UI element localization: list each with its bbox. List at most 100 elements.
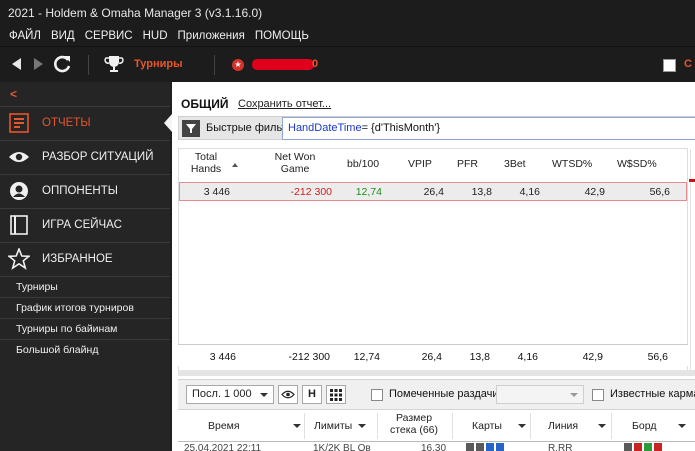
sidebar-subitem[interactable]: Большой блайнд xyxy=(0,339,170,360)
sidebar-subitem[interactable]: Турниры по байинам xyxy=(0,318,170,339)
column-header-wssd[interactable]: W$SD% xyxy=(617,158,657,170)
known-cards-label: Известные карманы xyxy=(610,388,695,400)
tournaments-tab[interactable]: Турниры xyxy=(134,58,183,70)
menu-view[interactable]: ВИД xyxy=(51,30,75,42)
column-separator xyxy=(452,413,453,439)
menu-help[interactable]: ПОМОЩЬ xyxy=(255,30,309,42)
card-icon xyxy=(654,443,662,451)
column-header-wtsd[interactable]: WTSD% xyxy=(552,158,592,170)
menu-hud[interactable]: HUD xyxy=(143,30,168,42)
sidebar-item-play-now[interactable]: ИГРА СЕЙЧАС xyxy=(0,208,170,241)
menu-apps[interactable]: Приложения xyxy=(178,30,245,42)
marked-hands-select[interactable] xyxy=(496,385,584,404)
sidebar-item-opponents[interactable]: ОППОНЕНТЫ xyxy=(0,174,170,207)
eye-toggle-button[interactable] xyxy=(278,385,298,404)
sidebar-item-label: ОТЧЕТЫ xyxy=(42,117,91,129)
play-now-icon xyxy=(8,214,30,236)
column-header-3bet[interactable]: 3Bet xyxy=(504,158,526,170)
quick-filter-input[interactable]: HandDateTime= {d'ThisMonth'} xyxy=(282,117,695,140)
column-separator xyxy=(530,413,531,439)
cell-total-hands: 3 446 xyxy=(203,186,230,198)
total-net-won: -212 300 xyxy=(288,351,330,363)
column-separator xyxy=(304,413,305,439)
column-header-line[interactable]: Линия xyxy=(548,420,578,432)
sidebar-item-favorites[interactable]: ИЗБРАННОЕ xyxy=(0,242,170,275)
card-icon xyxy=(644,443,652,451)
sidebar-subitem[interactable]: График итогов турниров xyxy=(0,297,170,318)
pokerstars-icon: ★ xyxy=(232,59,244,71)
forward-arrow-icon[interactable] xyxy=(34,58,43,70)
column-header-limits[interactable]: Лимиты xyxy=(314,420,352,432)
chevron-down-icon xyxy=(260,393,268,397)
account-suffix: 0 xyxy=(312,58,319,70)
cell-wssd: 56,6 xyxy=(649,186,670,198)
grid-divider xyxy=(690,149,691,374)
sidebar-subitem[interactable]: Турниры xyxy=(0,276,170,297)
hand-count-select[interactable]: Посл. 1 000 xyxy=(186,385,274,404)
menu-bar: ФАЙЛ ВИД СЕРВИС HUD Приложения ПОМОЩЬ xyxy=(0,26,695,46)
marked-hands-label: Помеченные раздачи xyxy=(389,388,499,400)
hand-count-value: Посл. 1 000 xyxy=(192,388,252,400)
marked-hands-checkbox[interactable] xyxy=(371,389,383,401)
column-header-total-hands[interactable]: Total Hands xyxy=(185,151,227,175)
column-header-pfr[interactable]: PFR xyxy=(457,158,478,170)
toolbar-right-label[interactable]: С xyxy=(684,58,692,70)
window-title: 2021 - Holdem & Omaha Manager 3 (v3.1.16… xyxy=(8,6,263,20)
save-report-link[interactable]: Сохранить отчет... xyxy=(238,98,331,110)
quick-filter-bar: Быстрые фильт HandDateTime= {d'ThisMonth… xyxy=(178,116,695,140)
chevron-down-icon[interactable] xyxy=(678,424,686,428)
total-hands: 3 446 xyxy=(209,351,236,363)
horizontal-scrollbar[interactable] xyxy=(178,370,695,376)
column-header-stack-size[interactable]: Размер стека (66) xyxy=(382,412,446,436)
sidebar-item-hand-analysis[interactable]: РАЗБОР СИТУАЦИЙ xyxy=(0,140,170,173)
star-icon xyxy=(8,248,30,270)
back-arrow-icon[interactable] xyxy=(12,58,21,70)
redacted-account-name xyxy=(252,59,314,70)
total-wssd: 56,6 xyxy=(647,351,668,363)
column-header-net-won[interactable]: Net Won Game xyxy=(259,151,331,175)
column-separator xyxy=(377,413,378,439)
cell-3bet: 4,16 xyxy=(519,186,540,198)
total-3bet: 4,16 xyxy=(517,351,538,363)
chevron-down-icon[interactable] xyxy=(293,424,301,428)
window-title-bar: 2021 - Holdem & Omaha Manager 3 (v3.1.16… xyxy=(0,0,695,26)
reports-icon xyxy=(8,112,30,134)
card-icon xyxy=(634,443,642,451)
grid-view-button[interactable] xyxy=(326,385,346,404)
column-header-time[interactable]: Время xyxy=(208,420,240,432)
h-button[interactable]: H xyxy=(302,385,322,404)
toolbar: Турниры ★ 0 С xyxy=(0,46,695,82)
column-header-vpip[interactable]: VPIP xyxy=(408,158,432,170)
menu-service[interactable]: СЕРВИС xyxy=(85,30,133,42)
chevron-down-icon[interactable] xyxy=(518,424,526,428)
cell-bb100: 12,74 xyxy=(355,186,382,198)
refresh-icon[interactable] xyxy=(51,53,73,75)
column-header-board[interactable]: Борд xyxy=(632,420,656,432)
chart-marker xyxy=(689,179,695,182)
sidebar-item-reports[interactable]: ОТЧЕТЫ xyxy=(0,106,170,139)
sort-ascending-icon xyxy=(232,163,238,167)
hands-table-row[interactable]: 25.04.2021 22:11 1K/2K BL Ов 16,30 R,RR xyxy=(178,441,695,451)
column-header-cards[interactable]: Карты xyxy=(472,420,502,432)
filter-icon[interactable] xyxy=(182,120,200,137)
total-pfr: 13,8 xyxy=(469,351,490,363)
chevron-down-icon[interactable] xyxy=(598,424,606,428)
card-icon xyxy=(624,443,632,451)
chevron-down-icon xyxy=(570,393,578,397)
sidebar-item-label: ОППОНЕНТЫ xyxy=(42,185,118,197)
trophy-icon xyxy=(104,56,124,72)
collapse-sidebar-icon[interactable]: < xyxy=(10,87,17,101)
chevron-down-icon[interactable] xyxy=(358,424,366,428)
table-row[interactable]: 3 446 -212 300 12,74 26,4 13,8 4,16 42,9… xyxy=(179,182,687,201)
column-header-bb100[interactable]: bb/100 xyxy=(347,158,379,170)
menu-file[interactable]: ФАЙЛ xyxy=(9,30,41,42)
column-separator xyxy=(611,413,612,439)
hands-toolbar: Посл. 1 000 H Помеченные раздачи Известн… xyxy=(178,379,695,409)
toolbar-checkbox[interactable] xyxy=(663,59,676,72)
filter-value: = {d'ThisMonth'} xyxy=(361,122,441,134)
totals-row: 3 446 -212 300 12,74 26,4 13,8 4,16 42,9… xyxy=(178,344,688,366)
hand-stack: 16,30 xyxy=(421,443,447,451)
known-cards-checkbox[interactable] xyxy=(592,389,604,401)
active-item-pointer xyxy=(164,114,172,132)
total-wtsd: 42,9 xyxy=(582,351,603,363)
